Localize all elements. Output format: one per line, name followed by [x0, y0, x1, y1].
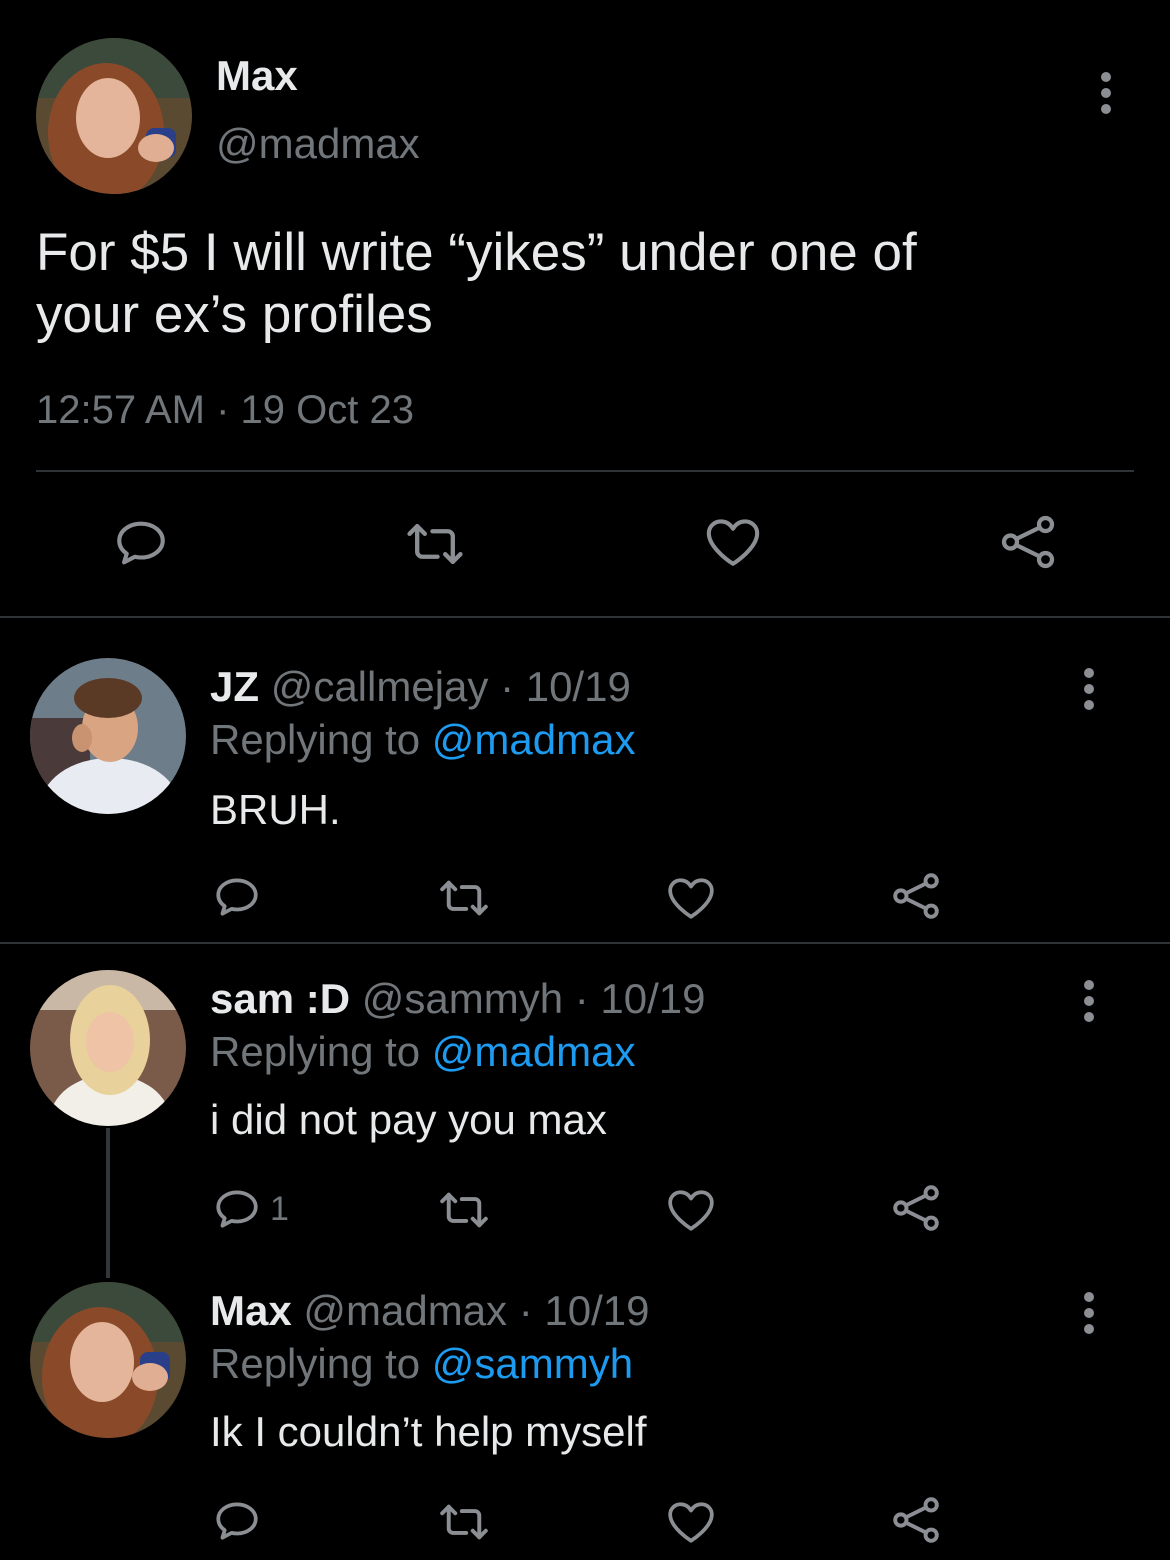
retweet-icon — [440, 880, 488, 916]
main-author-avatar[interactable] — [36, 38, 192, 194]
reply-text: i did not pay you max — [210, 1096, 607, 1143]
main-like-button[interactable] — [704, 514, 762, 570]
main-share-button[interactable] — [998, 512, 1058, 572]
reply-avatar-jz[interactable] — [30, 658, 186, 814]
heart-icon — [668, 878, 714, 919]
retweet-button[interactable] — [437, 874, 491, 922]
reply-avatar-max[interactable] — [30, 1282, 186, 1438]
main-author-name[interactable]: Max — [216, 52, 298, 100]
main-tweet-divider — [36, 470, 1134, 472]
replying-to-line: Replying to @madmax — [210, 716, 635, 764]
replying-to-mention[interactable]: @madmax — [432, 716, 636, 763]
reply-header-jz: JZ @callmejay · 10/19 — [210, 663, 631, 711]
reply-author-name[interactable]: Max — [210, 1287, 292, 1334]
reply-icon — [216, 1502, 258, 1540]
retweet-icon — [440, 1504, 488, 1540]
more-options-icon[interactable] — [1101, 72, 1111, 120]
retweet-icon — [407, 524, 463, 564]
reply-avatar-sam[interactable] — [30, 970, 186, 1126]
section-divider-2 — [0, 942, 1170, 944]
main-tweet-text-line-1: For $5 I will write “yikes” under one of — [36, 223, 917, 282]
reply-header-max: Max @madmax · 10/19 — [210, 1287, 650, 1335]
reply-button[interactable] — [212, 872, 270, 922]
share-button[interactable] — [890, 870, 942, 922]
main-tweet-text-line-2: your ex’s profiles — [36, 285, 433, 344]
reply-author-name[interactable]: sam :D — [210, 975, 350, 1022]
reply-icon — [216, 878, 258, 916]
more-options-icon[interactable] — [1084, 1292, 1094, 1340]
share-icon — [893, 1185, 939, 1231]
main-tweet-text: For $5 I will write “yikes” under one of… — [36, 222, 917, 346]
reply-text: BRUH. — [210, 786, 341, 833]
reply-button[interactable]: 1 — [212, 1184, 289, 1234]
more-options-icon[interactable] — [1084, 980, 1094, 1028]
heart-icon — [706, 519, 760, 566]
replying-to-line: Replying to @madmax — [210, 1028, 635, 1076]
reply-date[interactable]: · 10/19 — [500, 663, 631, 710]
main-author-handle[interactable]: @madmax — [216, 120, 420, 168]
reply-date[interactable]: · 10/19 — [575, 975, 706, 1022]
reply-author-handle[interactable]: @callmejay — [271, 663, 489, 710]
main-reply-button[interactable] — [112, 514, 170, 572]
share-icon — [893, 1497, 939, 1543]
reply-author-handle[interactable]: @madmax — [303, 1287, 507, 1334]
reply-author-handle[interactable]: @sammyh — [362, 975, 563, 1022]
replying-to-line: Replying to @sammyh — [210, 1340, 633, 1388]
replying-to-label: Replying to — [210, 1028, 421, 1075]
share-icon — [893, 873, 939, 919]
heart-icon — [668, 1190, 714, 1231]
reply-icon — [117, 521, 165, 565]
replying-to-mention[interactable]: @madmax — [432, 1028, 636, 1075]
main-retweet-button[interactable] — [404, 516, 466, 572]
replying-to-mention[interactable]: @sammyh — [432, 1340, 633, 1387]
replying-to-label: Replying to — [210, 716, 421, 763]
more-options-icon[interactable] — [1084, 668, 1094, 716]
share-button[interactable] — [890, 1182, 942, 1234]
like-button[interactable] — [666, 1186, 716, 1234]
reply-icon — [216, 1190, 258, 1228]
share-button[interactable] — [890, 1494, 942, 1546]
thread-connector-line — [106, 1128, 110, 1278]
like-button[interactable] — [666, 1498, 716, 1546]
like-button[interactable] — [666, 874, 716, 922]
reply-count: 1 — [270, 1189, 289, 1228]
reply-header-sam: sam :D @sammyh · 10/19 — [210, 975, 706, 1023]
retweet-icon — [440, 1192, 488, 1228]
retweet-button[interactable] — [437, 1186, 491, 1234]
reply-button[interactable] — [212, 1496, 270, 1546]
heart-icon — [668, 1502, 714, 1543]
reply-author-name[interactable]: JZ — [210, 663, 259, 710]
section-divider-1 — [0, 616, 1170, 618]
replying-to-label: Replying to — [210, 1340, 421, 1387]
reply-text: Ik I couldn’t help myself — [210, 1408, 647, 1455]
main-tweet-timestamp[interactable]: 12:57 AM · 19 Oct 23 — [36, 388, 414, 433]
retweet-button[interactable] — [437, 1498, 491, 1546]
reply-date[interactable]: · 10/19 — [519, 1287, 650, 1334]
share-icon — [1001, 515, 1055, 569]
